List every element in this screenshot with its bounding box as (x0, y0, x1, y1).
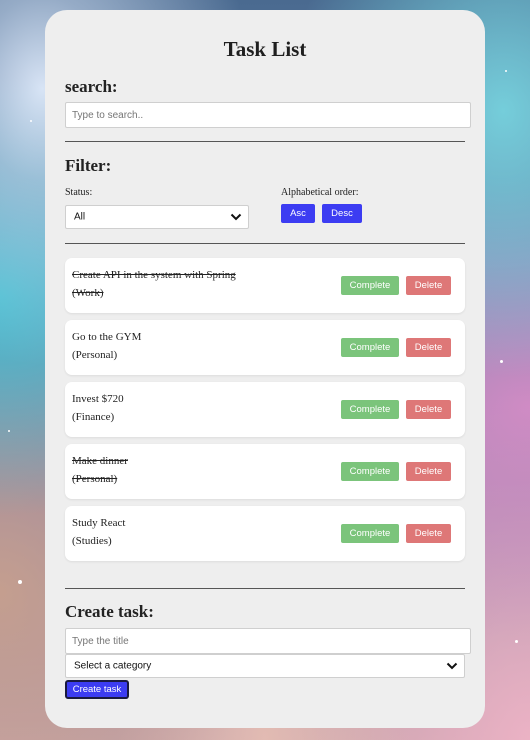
divider (65, 588, 465, 589)
complete-button[interactable]: Complete (341, 462, 399, 481)
complete-button[interactable]: Complete (341, 400, 399, 419)
create-task-button[interactable]: Create task (65, 680, 129, 699)
task-category: (Personal) (72, 349, 118, 361)
category-placeholder: Select a category (74, 660, 152, 672)
task-category: (Work) (72, 287, 104, 299)
task-item: Make dinner (Personal) Complete Delete (65, 444, 465, 499)
task-list-card: Task List search: Filter: Status: All Al… (45, 10, 485, 728)
status-selected-value: All (74, 211, 86, 223)
status-select[interactable]: All (65, 205, 249, 229)
sort-desc-button[interactable]: Desc (322, 204, 362, 223)
divider (65, 243, 465, 244)
task-title: Study React (72, 517, 126, 529)
delete-button[interactable]: Delete (406, 338, 451, 357)
complete-button[interactable]: Complete (341, 276, 399, 295)
task-title: Create API in the system with Spring (72, 269, 236, 281)
sort-asc-button[interactable]: Asc (281, 204, 315, 223)
delete-button[interactable]: Delete (406, 462, 451, 481)
category-select[interactable]: Select a category (65, 654, 465, 678)
search-heading: search: (65, 77, 118, 96)
task-category: (Studies) (72, 535, 112, 547)
task-title: Go to the GYM (72, 331, 142, 343)
alphabetical-order-label: Alphabetical order: (281, 187, 359, 198)
task-title: Make dinner (72, 455, 128, 467)
task-item: Invest $720 (Finance) Complete Delete (65, 382, 465, 437)
chevron-down-icon (446, 662, 458, 670)
search-input[interactable] (65, 102, 471, 128)
complete-button[interactable]: Complete (341, 524, 399, 543)
filter-heading: Filter: (65, 156, 112, 175)
delete-button[interactable]: Delete (406, 400, 451, 419)
delete-button[interactable]: Delete (406, 276, 451, 295)
create-task-heading: Create task: (65, 602, 154, 621)
task-item: Create API in the system with Spring (Wo… (65, 258, 465, 313)
task-title: Invest $720 (72, 393, 124, 405)
task-item: Study React (Studies) Complete Delete (65, 506, 465, 561)
chevron-down-icon (230, 213, 242, 221)
delete-button[interactable]: Delete (406, 524, 451, 543)
task-item: Go to the GYM (Personal) Complete Delete (65, 320, 465, 375)
task-category: (Personal) (72, 473, 118, 485)
status-label: Status: (65, 187, 93, 198)
task-title-input[interactable] (65, 628, 471, 654)
task-category: (Finance) (72, 411, 115, 423)
page-title: Task List (223, 37, 307, 61)
divider (65, 141, 465, 142)
complete-button[interactable]: Complete (341, 338, 399, 357)
